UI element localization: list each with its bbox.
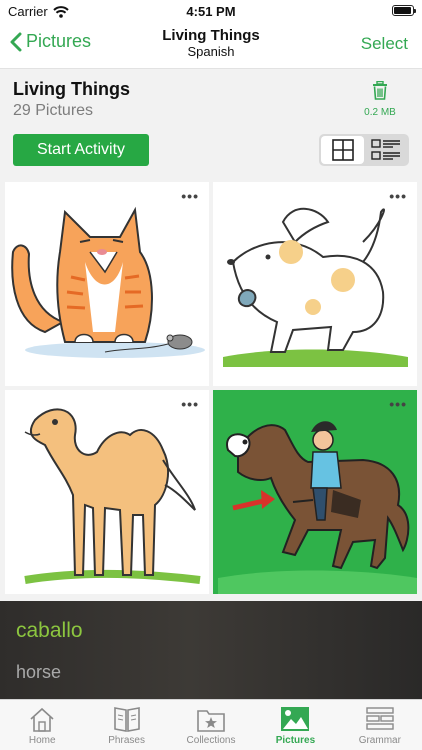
start-activity-button[interactable]: Start Activity: [13, 134, 149, 166]
tab-grammar[interactable]: Grammar: [338, 700, 422, 750]
card-more-button[interactable]: •••: [181, 188, 199, 204]
battery-icon: [392, 5, 416, 16]
word-translation: horse: [16, 662, 62, 682]
nav-subtitle: Spanish: [187, 44, 235, 59]
picture-icon: [281, 707, 310, 731]
grid-icon: [331, 139, 354, 161]
tab-collections[interactable]: Collections: [169, 700, 253, 750]
list-view-button[interactable]: [364, 136, 407, 164]
collection-header: Living Things 29 Pictures 0.2 MB Start A…: [0, 68, 422, 177]
home-icon: [30, 707, 54, 732]
delete-button[interactable]: 0.2 MB: [360, 80, 400, 118]
tab-bar: Home Phrases Collections Pictures Gramma…: [0, 699, 422, 750]
camel-illustration: [24, 408, 201, 584]
tab-label: Grammar: [358, 735, 401, 746]
tab-label: Phrases: [108, 735, 145, 746]
nav-title: Living Things Spanish: [0, 27, 422, 59]
trash-icon: [373, 80, 387, 100]
list-icon: [370, 139, 400, 160]
word-overlay[interactable]: caballo horse: [0, 601, 422, 699]
picture-card-horse[interactable]: •••: [213, 390, 417, 594]
grid-view-button[interactable]: [321, 136, 364, 164]
folder-star-icon: [197, 710, 225, 732]
tab-pictures[interactable]: Pictures: [253, 700, 337, 750]
card-more-button[interactable]: •••: [181, 396, 199, 412]
storage-size: 0.2 MB: [364, 107, 396, 118]
view-toggle: [319, 134, 409, 166]
nav-title-text: Living Things: [162, 27, 260, 44]
cat-illustration: [11, 206, 205, 358]
foreign-word: caballo: [16, 619, 83, 642]
picture-grid: ••• ••• ••• •••: [0, 177, 422, 602]
tab-label: Pictures: [275, 735, 316, 746]
horse-illustration: [218, 421, 417, 594]
picture-count: 29 Pictures: [13, 102, 94, 119]
tab-phrases[interactable]: Phrases: [84, 700, 168, 750]
card-more-button[interactable]: •••: [389, 396, 407, 412]
tab-home[interactable]: Home: [0, 700, 84, 750]
collection-title: Living Things: [13, 79, 130, 99]
picture-card-cat[interactable]: •••: [5, 182, 209, 386]
grammar-icon: [366, 707, 394, 730]
status-time: 4:51 PM: [186, 4, 236, 19]
card-more-button[interactable]: •••: [389, 188, 407, 204]
select-button[interactable]: Select: [361, 34, 408, 54]
status-right: [392, 4, 416, 16]
picture-card-camel[interactable]: •••: [5, 390, 209, 594]
tab-label: Home: [28, 735, 56, 746]
tab-label: Collections: [186, 735, 236, 746]
status-bar: Carrier 4:51 PM: [0, 0, 422, 22]
book-icon: [113, 707, 140, 732]
navigation-bar: Pictures Living Things Spanish Select: [0, 22, 422, 66]
dog-illustration: [223, 207, 408, 367]
picture-card-dog[interactable]: •••: [213, 182, 417, 386]
